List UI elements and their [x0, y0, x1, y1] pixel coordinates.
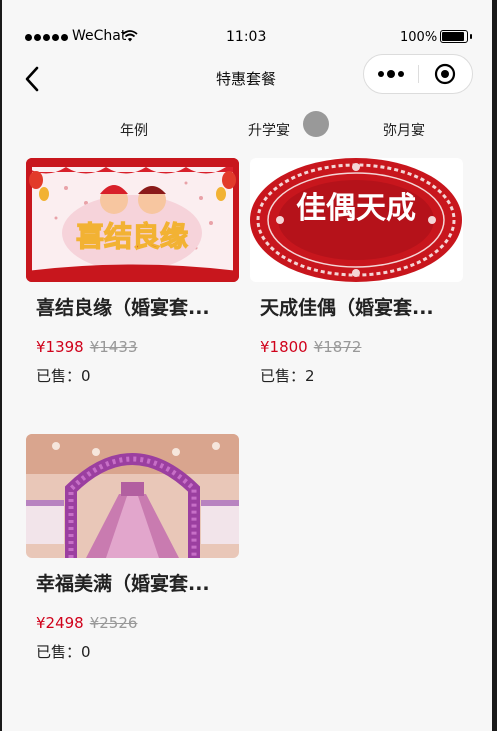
- current-price: ¥1800: [260, 338, 308, 356]
- sold-label: 已售：: [260, 367, 306, 385]
- frame-border-left: [0, 0, 2, 731]
- price-row: ¥2498 ¥2526: [36, 614, 137, 632]
- product-name[interactable]: 喜结良缘（婚宴套...: [36, 293, 246, 320]
- product-image-banquet-hall[interactable]: [26, 434, 239, 558]
- battery-percent: 100%: [400, 30, 438, 45]
- sold-count: 0: [81, 367, 91, 385]
- product-image-wedding-couple[interactable]: 喜结良缘: [26, 158, 239, 282]
- tab-shengxueyan[interactable]: 升学宴: [248, 120, 290, 140]
- sold-count: 0: [81, 643, 91, 661]
- sold-count: 2: [305, 367, 315, 385]
- wifi-icon: [122, 30, 138, 42]
- carrier-name: WeChat: [72, 28, 127, 44]
- current-price: ¥1398: [36, 338, 84, 356]
- mini-program-capsule: [363, 54, 473, 94]
- product-name[interactable]: 幸福美满（婚宴套...: [36, 569, 246, 596]
- current-price: ¥2498: [36, 614, 84, 632]
- product-image-red-seal[interactable]: 佳偶天成: [250, 158, 463, 282]
- tab-miyueyan[interactable]: 弥月宴: [383, 120, 425, 140]
- signal-icon: [25, 34, 68, 41]
- sold-label: 已售：: [36, 367, 82, 385]
- price-row: ¥1800 ¥1872: [260, 338, 361, 356]
- original-price: ¥2526: [89, 614, 138, 632]
- capsule-divider: [418, 65, 419, 83]
- product-name[interactable]: 天成佳偶（婚宴套...: [260, 293, 470, 320]
- sold-count-row: 已售：0: [36, 365, 91, 386]
- battery-icon: [440, 30, 472, 43]
- clock: 11:03: [226, 29, 267, 45]
- more-options-icon[interactable]: [374, 61, 408, 87]
- price-row: ¥1398 ¥1433: [36, 338, 137, 356]
- sold-label: 已售：: [36, 643, 82, 661]
- image-caption: 佳偶天成: [296, 191, 416, 226]
- frame-border-right: [492, 0, 497, 731]
- sold-count-row: 已售：0: [36, 641, 91, 662]
- close-mini-program-icon[interactable]: [434, 63, 456, 85]
- original-price: ¥1433: [89, 338, 138, 356]
- status-bar: WeChat 11:03 100%: [0, 0, 492, 52]
- sold-count-row: 已售：2: [260, 365, 315, 386]
- tab-active-indicator: [303, 111, 329, 137]
- tab-nianli[interactable]: 年例: [120, 120, 148, 140]
- original-price: ¥1872: [313, 338, 362, 356]
- image-caption: 喜结良缘: [76, 220, 188, 253]
